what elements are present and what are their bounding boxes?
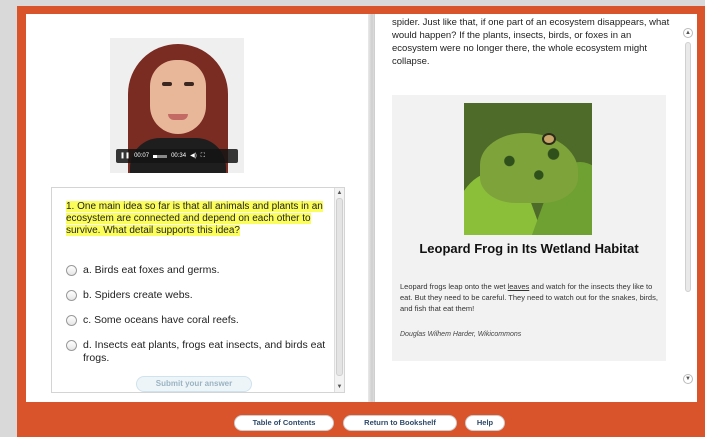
frog-photo (464, 103, 592, 235)
radio-button[interactable] (66, 315, 77, 326)
option-label: d. Insects eat plants, frogs eat insects… (83, 339, 326, 364)
video-current-time: 00:07 (134, 153, 150, 159)
question-panel: 1. One main idea so far is that all anim… (51, 187, 345, 393)
radio-button[interactable] (66, 290, 77, 301)
pause-icon[interactable]: ❚❚ (120, 149, 130, 163)
question-text: 1. One main idea so far is that all anim… (66, 201, 328, 237)
scroll-up-icon[interactable]: ▲ (336, 189, 343, 197)
frog-eye (542, 133, 556, 145)
video-player[interactable]: ❚❚ 00:07 00:34 ◀) ⛶ (110, 38, 244, 173)
submit-answer-button[interactable]: Submit your answer (136, 376, 252, 392)
fullscreen-icon[interactable]: ⛶ (201, 149, 205, 163)
answer-option-a[interactable]: a. Birds eat foxes and germs. (66, 264, 326, 277)
video-controls: ❚❚ 00:07 00:34 ◀) ⛶ (116, 149, 238, 163)
figure-caption: Leopard frogs leap onto the wet leaves a… (400, 281, 660, 314)
volume-icon[interactable]: ◀) (190, 149, 197, 163)
scrollbar-thumb[interactable] (336, 198, 343, 376)
question-highlight: 1. One main idea so far is that all anim… (66, 201, 323, 236)
return-to-bookshelf-button[interactable]: Return to Bookshelf (343, 415, 457, 431)
video-duration: 00:34 (171, 153, 187, 159)
seek-bar[interactable] (153, 154, 168, 158)
glossary-link-leaves[interactable]: leaves (508, 282, 530, 291)
option-label: b. Spiders create webs. (83, 289, 193, 301)
video-presenter-mouth (168, 114, 188, 120)
help-button[interactable]: Help (465, 415, 505, 431)
radio-button[interactable] (66, 340, 77, 351)
frog-body (480, 133, 578, 203)
question-scrollbar[interactable]: ▲ ▼ (334, 188, 344, 392)
video-presenter-eye (162, 82, 172, 86)
reading-scrollbar[interactable]: ▲ ▼ (683, 28, 693, 384)
reading-paragraph: spider. Just like that, if one part of a… (392, 17, 670, 67)
figure-credit: Douglas Wilhem Harder, Wikicommons (400, 331, 522, 338)
answer-option-d[interactable]: d. Insects eat plants, frogs eat insects… (66, 339, 326, 365)
figure-box: Leopard Frog in Its Wetland Habitat Leop… (392, 95, 666, 361)
radio-button[interactable] (66, 265, 77, 276)
scrollbar-thumb[interactable] (685, 42, 691, 292)
option-label: c. Some oceans have coral reefs. (83, 314, 239, 326)
table-of-contents-button[interactable]: Table of Contents (234, 415, 334, 431)
scroll-down-icon[interactable]: ▼ (683, 374, 693, 384)
option-label: a. Birds eat foxes and germs. (83, 264, 220, 276)
answer-option-c[interactable]: c. Some oceans have coral reefs. (66, 314, 326, 327)
video-presenter-eye (184, 82, 194, 86)
figure-title: Leopard Frog in Its Wetland Habitat (419, 241, 639, 256)
scroll-up-icon[interactable]: ▲ (683, 28, 693, 38)
answer-option-b[interactable]: b. Spiders create webs. (66, 289, 326, 302)
scroll-down-icon[interactable]: ▼ (336, 383, 343, 391)
caption-text: Leopard frogs leap onto the wet (400, 282, 508, 291)
video-presenter-face (150, 60, 206, 134)
